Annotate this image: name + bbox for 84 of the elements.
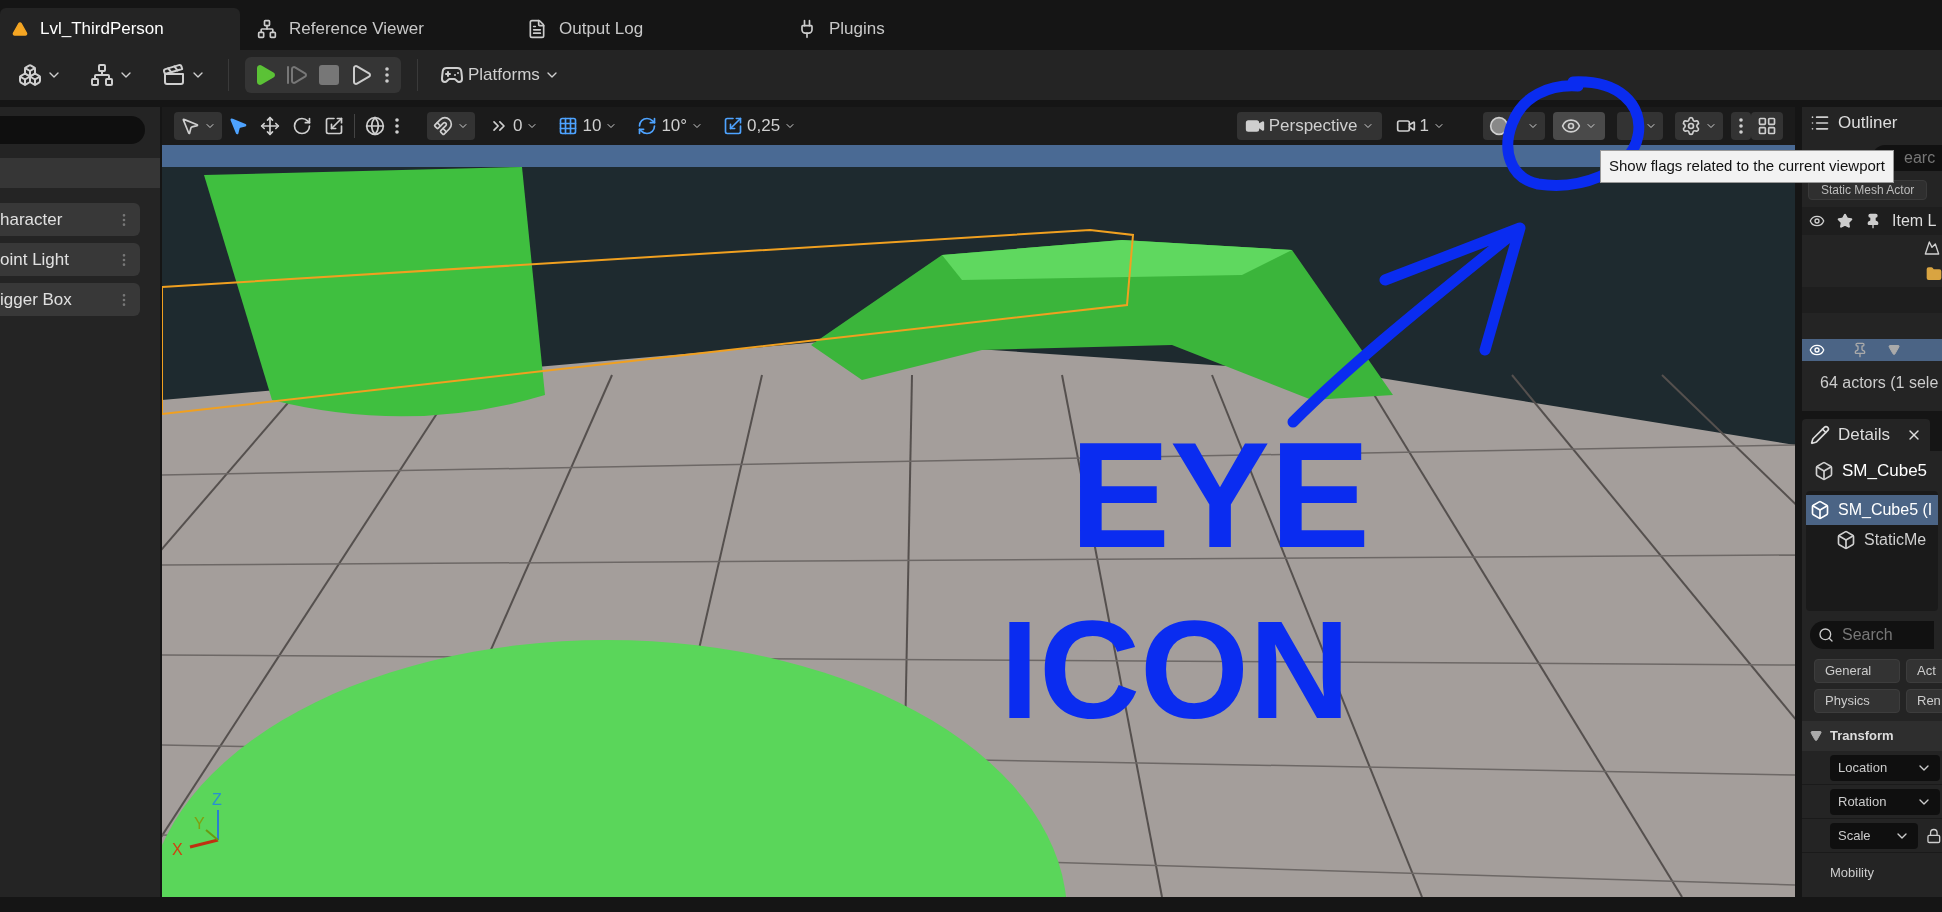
- perspective-button[interactable]: Perspective: [1236, 112, 1382, 140]
- editor-tab[interactable]: Plugins: [785, 8, 1050, 50]
- editor-tab[interactable]: Reference Viewer: [245, 8, 510, 50]
- property-label: Mobility: [1829, 864, 1876, 882]
- eye-icon: [1809, 342, 1825, 358]
- property-dropdown[interactable]: Location: [1830, 754, 1940, 781]
- more-icon: [395, 118, 399, 134]
- pin-icon: [1852, 342, 1868, 358]
- sphere-icon: [1489, 116, 1509, 136]
- property-dropdown[interactable]: Scale: [1830, 822, 1919, 849]
- tooltip: Show flags related to the current viewport: [1600, 150, 1894, 183]
- cube-icon: [1810, 500, 1830, 520]
- selected-actor-row[interactable]: [1802, 339, 1942, 361]
- actor-item[interactable]: igger Box: [0, 283, 140, 316]
- actor-item[interactable]: haracter: [0, 203, 140, 236]
- options-button[interactable]: [1731, 112, 1751, 140]
- camera-speed-button[interactable]: 1: [1389, 112, 1451, 140]
- editor-tab[interactable]: Lvl_ThirdPerson: [0, 8, 240, 50]
- rotation-icon: [637, 116, 658, 136]
- settings-icon: [1681, 116, 1701, 136]
- filter-button[interactable]: Physics: [1814, 689, 1900, 713]
- clapperboard-icon: [162, 63, 186, 87]
- axis-label: Y: [194, 815, 205, 832]
- axis-gizmo-icon: [189, 809, 219, 849]
- platforms-button[interactable]: Platforms: [434, 61, 566, 89]
- cube-icon: [1814, 461, 1834, 481]
- scale-icon: [324, 116, 344, 136]
- search-icon: [1818, 627, 1834, 643]
- more-icon: [385, 67, 389, 83]
- nodes-icon: [90, 63, 114, 87]
- axis-label: Z: [212, 791, 222, 808]
- more-icon: [1739, 118, 1743, 134]
- property-dropdown[interactable]: Rotation: [1830, 788, 1940, 815]
- filter-button[interactable]: Ren: [1906, 689, 1942, 713]
- details-tab[interactable]: Details: [1802, 419, 1930, 451]
- globe-icon: [365, 116, 385, 136]
- show-flags-button[interactable]: [1553, 112, 1605, 140]
- cube-icon: [1836, 530, 1856, 550]
- snapping-button[interactable]: [427, 112, 475, 140]
- filter-button[interactable]: Act: [1906, 659, 1942, 683]
- stop-icon: [317, 63, 341, 87]
- actor-count: 64 actors (1 sele: [1819, 373, 1940, 393]
- level-icon: [12, 21, 28, 37]
- column-label: Item L: [1891, 211, 1937, 231]
- section-header[interactable]: Transform: [1802, 721, 1942, 751]
- move-icon: [260, 116, 280, 136]
- panel-title: Outliner: [1838, 112, 1898, 135]
- grid-icon: [558, 116, 579, 136]
- folder-icon: [1926, 266, 1942, 282]
- annotation-text: EYE: [1070, 420, 1371, 570]
- eye-icon: [1561, 116, 1581, 136]
- eye-icon: [1809, 213, 1825, 229]
- lock-icon: [1926, 827, 1942, 844]
- outliner-icon: [1810, 113, 1830, 133]
- axis-label: X: [172, 841, 183, 858]
- search-field[interactable]: Search: [1810, 621, 1934, 649]
- scale-snap-button[interactable]: 0,25: [717, 112, 803, 140]
- caret-icon: [1888, 344, 1900, 356]
- editor-tab[interactable]: Output Log: [515, 8, 780, 50]
- cursor-icon: [228, 116, 248, 136]
- layout-button[interactable]: [1751, 112, 1783, 140]
- star-icon: [1837, 213, 1853, 229]
- component-row[interactable]: StaticMe: [1806, 525, 1938, 555]
- pin-icon: [1865, 213, 1881, 229]
- component-row[interactable]: SM_Cube5 (I: [1806, 495, 1938, 525]
- level-icon: [1924, 240, 1940, 256]
- grid-snap-button[interactable]: 10: [552, 112, 624, 140]
- magnet-icon: [433, 116, 453, 136]
- expand-icon: [1810, 730, 1822, 742]
- rotate-icon: [292, 116, 312, 136]
- select-mode-button[interactable]: [174, 112, 222, 140]
- reference-icon: [257, 19, 277, 39]
- layout-icon: [1757, 116, 1777, 136]
- filter-button[interactable]: General: [1814, 659, 1900, 683]
- settings-button[interactable]: [1675, 112, 1723, 140]
- surface-snap-button[interactable]: 0: [483, 112, 545, 140]
- rotation-snap-button[interactable]: 10°: [631, 112, 710, 140]
- step-icon: [285, 63, 309, 87]
- pencil-icon: [1810, 425, 1830, 445]
- annotation-text: ICON: [1000, 600, 1350, 740]
- actor-name: SM_Cube5: [1842, 460, 1928, 483]
- log-icon: [527, 19, 547, 39]
- actor-item[interactable]: oint Light: [0, 243, 140, 276]
- scale-snap-icon: [723, 116, 744, 136]
